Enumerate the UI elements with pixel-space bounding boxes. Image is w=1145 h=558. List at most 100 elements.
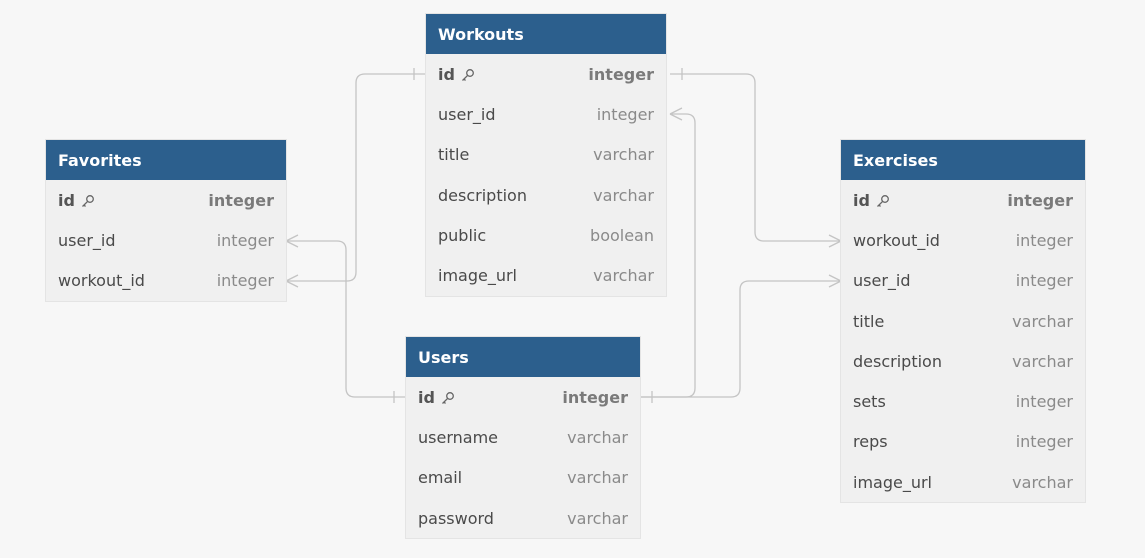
column-name-text: workout_id xyxy=(853,230,940,250)
column-row-workouts-id[interactable]: id integer xyxy=(426,54,666,94)
column-name-text: description xyxy=(438,185,527,205)
column-type: integer xyxy=(216,271,274,291)
column-name: image_url xyxy=(438,266,517,285)
column-row-users-password[interactable]: password varchar xyxy=(406,498,640,538)
column-name-text: image_url xyxy=(853,472,932,492)
column-name-text: user_id xyxy=(438,104,496,124)
column-name-text: description xyxy=(853,351,942,371)
column-row-exercises-id[interactable]: id integer xyxy=(841,180,1085,220)
column-type: varchar xyxy=(567,427,628,447)
relation-favorites-user xyxy=(286,240,406,398)
relation-exercises-user xyxy=(640,280,841,398)
column-name: title xyxy=(853,312,884,331)
column-type: integer xyxy=(216,230,274,250)
crow-foot-favorites-workout xyxy=(285,274,299,288)
table-header-users[interactable]: Users xyxy=(406,337,640,377)
column-row-favorites-id[interactable]: id integer xyxy=(46,180,286,220)
column-name-text: password xyxy=(418,508,494,528)
column-name: user_id xyxy=(58,231,116,250)
column-name: sets xyxy=(853,392,886,411)
table-header-favorites[interactable]: Favorites xyxy=(46,140,286,180)
key-icon xyxy=(81,193,95,208)
column-name-text: username xyxy=(418,427,498,447)
key-icon xyxy=(876,193,890,208)
column-row-users-id[interactable]: id integer xyxy=(406,377,640,417)
relation-favorites-workout xyxy=(286,73,426,282)
column-name-text: email xyxy=(418,468,463,488)
column-type: varchar xyxy=(567,508,628,528)
table-header-exercises[interactable]: Exercises xyxy=(841,140,1085,180)
column-type: integer xyxy=(596,104,654,124)
column-row-workouts-description[interactable]: description varchar xyxy=(426,175,666,215)
column-row-exercises-description[interactable]: description varchar xyxy=(841,341,1085,381)
column-name: workout_id xyxy=(58,271,145,290)
column-type: integer xyxy=(562,387,628,407)
relation-exercises-workout xyxy=(670,73,841,242)
column-row-exercises-sets[interactable]: sets integer xyxy=(841,381,1085,421)
column-row-favorites-workout-id[interactable]: workout_id integer xyxy=(46,261,286,301)
column-name-text: workout_id xyxy=(58,271,145,291)
column-type: boolean xyxy=(590,225,654,245)
column-row-favorites-user-id[interactable]: user_id integer xyxy=(46,220,286,260)
column-name-text: user_id xyxy=(853,271,911,291)
column-name: id xyxy=(438,65,475,84)
column-type: integer xyxy=(1015,392,1073,412)
column-name: email xyxy=(418,468,462,487)
column-name: description xyxy=(853,352,942,371)
crow-foot-favorites-user xyxy=(285,234,299,248)
column-row-users-email[interactable]: email varchar xyxy=(406,458,640,498)
column-type: integer xyxy=(588,64,654,84)
column-name-text: id xyxy=(853,190,870,210)
column-row-users-username[interactable]: username varchar xyxy=(406,417,640,457)
column-type: varchar xyxy=(1012,472,1073,492)
column-name-text: user_id xyxy=(58,230,116,250)
crow-foot-exercises-workout xyxy=(828,234,842,248)
table-exercises[interactable]: Exercises id integer workout_id integer user… xyxy=(841,140,1085,503)
key-icon xyxy=(461,67,475,82)
crow-foot-exercises-user xyxy=(828,274,842,288)
column-type: integer xyxy=(1015,230,1073,250)
column-name-text: public xyxy=(438,225,487,245)
table-users[interactable]: Users id integer username varchar email varch… xyxy=(406,337,640,539)
column-name: reps xyxy=(853,432,888,451)
column-row-exercises-title[interactable]: title varchar xyxy=(841,301,1085,341)
column-name: id xyxy=(418,388,455,407)
column-name: id xyxy=(853,191,890,210)
column-name-text: title xyxy=(853,311,885,331)
table-workouts[interactable]: Workouts id integer user_id integer title var… xyxy=(426,14,666,296)
column-name: user_id xyxy=(438,105,496,124)
column-name-text: id xyxy=(58,190,75,210)
column-row-workouts-user-id[interactable]: user_id integer xyxy=(426,94,666,134)
column-name-text: title xyxy=(438,145,470,165)
column-row-workouts-title[interactable]: title varchar xyxy=(426,135,666,175)
diagram-canvas: Workouts id integer user_id integer title var… xyxy=(0,0,1145,558)
column-row-exercises-reps[interactable]: reps integer xyxy=(841,422,1085,462)
column-type: varchar xyxy=(1012,311,1073,331)
column-type: varchar xyxy=(593,185,654,205)
column-name-text: sets xyxy=(853,392,886,412)
column-name: password xyxy=(418,509,494,528)
column-row-workouts-public[interactable]: public boolean xyxy=(426,215,666,255)
column-type: integer xyxy=(208,190,274,210)
key-icon xyxy=(441,390,455,405)
table-header-workouts[interactable]: Workouts xyxy=(426,14,666,54)
column-row-exercises-image-url[interactable]: image_url varchar xyxy=(841,462,1085,502)
column-row-exercises-user-id[interactable]: user_id integer xyxy=(841,261,1085,301)
column-name: description xyxy=(438,186,527,205)
column-name-text: id xyxy=(418,387,435,407)
column-type: varchar xyxy=(1012,351,1073,371)
column-name: username xyxy=(418,428,498,447)
column-name: public xyxy=(438,226,486,245)
column-row-workouts-image-url[interactable]: image_url varchar xyxy=(426,255,666,295)
column-type: integer xyxy=(1015,432,1073,452)
column-name: image_url xyxy=(853,473,932,492)
column-type: varchar xyxy=(593,145,654,165)
column-type: varchar xyxy=(593,266,654,286)
column-name: title xyxy=(438,145,469,164)
column-name-text: reps xyxy=(853,432,888,452)
column-name-text: id xyxy=(438,64,455,84)
column-name: workout_id xyxy=(853,231,940,250)
table-favorites[interactable]: Favorites id integer user_id integer workout… xyxy=(46,140,286,301)
column-row-exercises-workout-id[interactable]: workout_id integer xyxy=(841,220,1085,260)
column-type: varchar xyxy=(567,468,628,488)
